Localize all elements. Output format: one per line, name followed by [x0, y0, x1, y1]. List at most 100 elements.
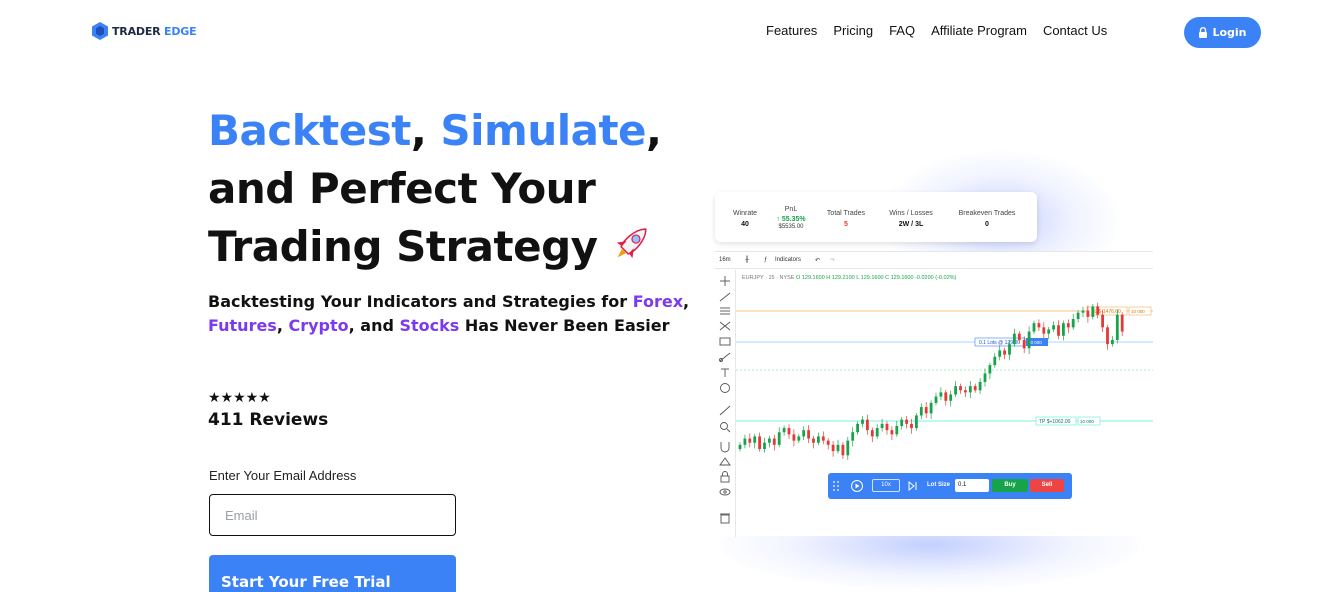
candle-body	[763, 442, 766, 450]
candle-type-icon[interactable]: ╫	[745, 257, 749, 263]
fib-tool-icon[interactable]	[719, 321, 731, 331]
candle-body	[1057, 325, 1060, 336]
candle-body	[1047, 329, 1051, 334]
candle-body	[1115, 314, 1119, 340]
candle-body	[890, 430, 894, 435]
trash-icon[interactable]	[720, 513, 730, 524]
candle-body	[851, 432, 855, 441]
emoji-tool-icon[interactable]	[720, 383, 730, 393]
login-button[interactable]: Login	[1184, 17, 1261, 48]
nav-link-contact[interactable]: Contact Us	[1043, 23, 1107, 38]
candle-body	[919, 407, 923, 416]
candle-body	[836, 444, 840, 452]
indicators-icon[interactable]: ƒ	[764, 257, 767, 263]
candle-body	[792, 434, 796, 441]
step-forward-icon[interactable]	[908, 481, 918, 491]
drawing-tools-sidebar	[714, 270, 736, 537]
candle-body	[978, 381, 982, 391]
start-free-trial-button[interactable]: Start Your Free Trial Today →	[209, 555, 456, 592]
candle-body	[1013, 333, 1016, 345]
candle-body	[753, 436, 757, 443]
candle-body	[998, 350, 1002, 357]
stat-winrate-label: Winrate	[732, 210, 758, 217]
candle-body	[1003, 350, 1006, 355]
candle-body	[817, 436, 820, 443]
candle-body	[807, 430, 810, 439]
text-tool-icon[interactable]	[721, 368, 729, 377]
candle-body	[772, 438, 776, 445]
candle-body	[1101, 314, 1104, 328]
lot-size-input[interactable]	[955, 479, 989, 492]
candle-body	[861, 419, 864, 424]
brush-tool-icon[interactable]	[719, 352, 731, 362]
indicators-button[interactable]: Indicators	[775, 257, 801, 263]
candle-body	[983, 373, 987, 382]
candle-body	[968, 386, 972, 393]
chart-toolbar: 16m ╫ ƒ Indicators ↶ ↷	[714, 252, 1153, 269]
candle-body	[924, 407, 928, 414]
lock-tool-icon[interactable]	[720, 471, 730, 483]
brand-logo[interactable]: TRADER EDGE	[92, 22, 197, 40]
ruler-tool-icon[interactable]	[719, 405, 731, 416]
timeframe-selector[interactable]: 16m	[719, 257, 731, 263]
candle-body	[1052, 325, 1055, 330]
hero-sep1: ,	[410, 106, 441, 155]
horizontal-lines-tool-icon[interactable]	[720, 307, 730, 315]
brand-name: TRADER EDGE	[112, 25, 197, 38]
visibility-tool-icon[interactable]	[719, 488, 731, 496]
nav-link-faq[interactable]: FAQ	[889, 23, 915, 38]
play-icon[interactable]	[850, 479, 864, 493]
undo-icon[interactable]: ↶	[815, 257, 820, 264]
drag-handle-icon[interactable]	[832, 480, 840, 492]
login-label: Login	[1212, 26, 1247, 39]
candle-body	[743, 438, 747, 445]
magnet-tool-icon[interactable]	[720, 442, 730, 453]
sell-button[interactable]: Sell	[1030, 479, 1064, 492]
subtitle-prefix: Backtesting Your Indicators and Strategi…	[208, 292, 633, 311]
candle-body	[954, 386, 957, 395]
candle-body	[1071, 318, 1075, 328]
rectangle-tool-icon[interactable]	[719, 337, 731, 346]
buy-button[interactable]: Buy	[992, 479, 1028, 492]
subtitle-and: , and	[348, 316, 400, 335]
email-input[interactable]	[209, 494, 456, 536]
zoom-tool-icon[interactable]	[720, 422, 731, 433]
stat-winrate-value: 40	[741, 221, 749, 228]
candle-body	[1111, 339, 1114, 345]
hexagon-logo-icon	[92, 22, 108, 40]
candlestick-chart[interactable]: SL $-1476.00 10 000 0.1 Lots @ 129.00 10…	[736, 270, 1153, 490]
candle-body	[1096, 306, 1100, 315]
replay-speed-selector[interactable]: 10x	[872, 479, 900, 492]
candle-body	[1081, 310, 1085, 313]
candle-body	[964, 390, 967, 393]
candle-body	[910, 423, 913, 429]
draw-mode-tool-icon[interactable]	[719, 457, 731, 466]
nav-link-features[interactable]: Features	[766, 23, 817, 38]
subtitle-comma1: ,	[683, 292, 690, 311]
crosshair-tool-icon[interactable]	[720, 276, 730, 286]
trendline-tool-icon[interactable]	[719, 292, 731, 302]
candle-body	[782, 428, 786, 433]
stats-card: Winrate 40 PnL ↑ 55.35% $5535.00 Total T…	[715, 192, 1037, 242]
stat-breakeven: Breakeven Trades 0	[949, 210, 1025, 228]
stat-wl-label: Wins / Losses	[889, 210, 933, 217]
candle-body	[1027, 331, 1031, 349]
candle-body	[1066, 323, 1070, 328]
take-profit-label: TP $+1062.00	[1039, 419, 1071, 425]
redo-icon[interactable]: ↷	[830, 257, 835, 264]
candle-body	[880, 423, 884, 429]
candle-body	[768, 438, 771, 443]
candle-body	[1032, 323, 1036, 332]
candle-body	[787, 428, 791, 435]
stat-pnl-value: ↑ 55.35%	[776, 216, 806, 223]
candle-body	[846, 440, 850, 456]
candle-body	[949, 394, 953, 401]
hero-line2: and Perfect Your	[208, 164, 596, 213]
stat-total-label: Total Trades	[826, 210, 866, 217]
candle-body	[929, 402, 933, 414]
nav-link-affiliate[interactable]: Affiliate Program	[931, 23, 1027, 38]
candle-body	[1106, 327, 1109, 345]
stat-winrate: Winrate 40	[728, 210, 762, 228]
candle-body	[1062, 323, 1065, 336]
nav-link-pricing[interactable]: Pricing	[833, 23, 873, 38]
